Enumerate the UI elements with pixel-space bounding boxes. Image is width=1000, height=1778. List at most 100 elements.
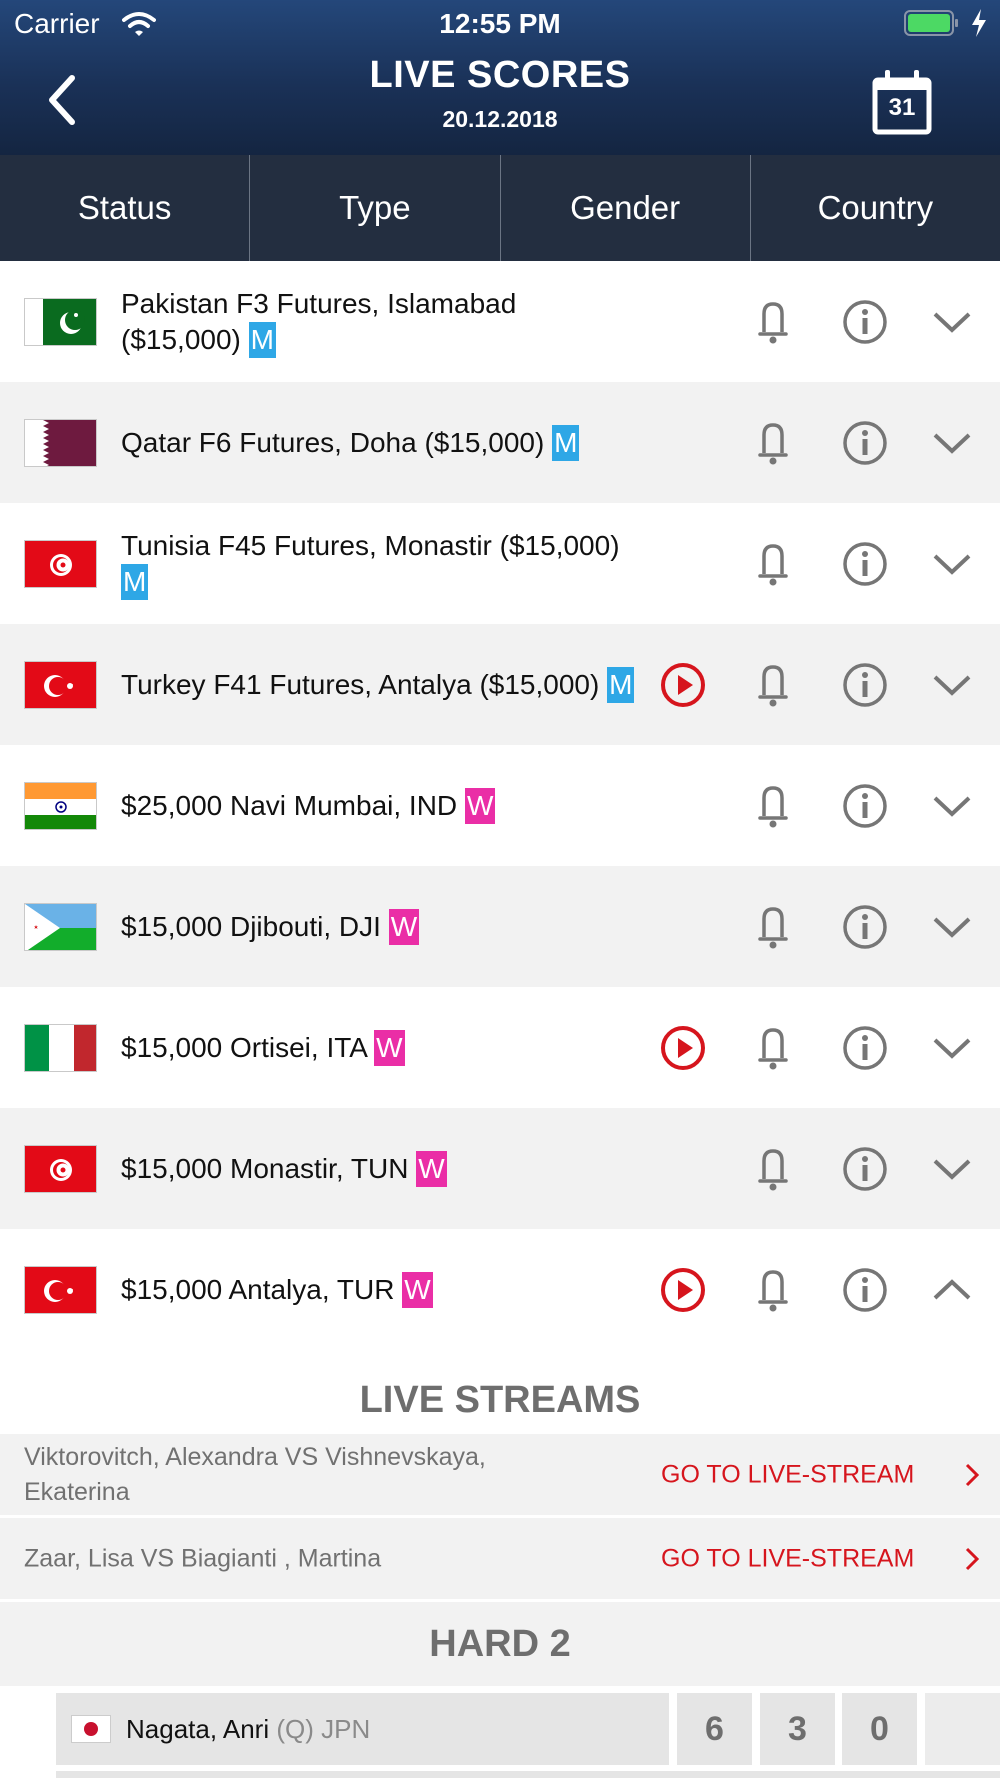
tournament-title: Qatar F6 Futures, Doha ($15,000)	[121, 426, 545, 458]
calendar-button[interactable]: 31	[872, 68, 936, 136]
set-score: 3	[760, 1693, 835, 1765]
court-title: HARD 2	[429, 1623, 571, 1665]
bell-icon[interactable]	[756, 1147, 790, 1191]
tournament-name[interactable]: $25,000 Navi Mumbai, IND W	[121, 787, 641, 824]
filter-type[interactable]: Type	[250, 155, 501, 261]
tournament-row[interactable]: $15,000 Ortisei, ITA W	[0, 987, 1000, 1108]
info-icon[interactable]	[842, 1146, 888, 1192]
live-stream-row[interactable]: Zaar, Lisa VS Biagianti , Martina GO TO …	[0, 1518, 1000, 1599]
tournament-name[interactable]: Pakistan F3 Futures, Islamabad ($15,000)…	[121, 286, 641, 358]
tournament-name[interactable]: Tunisia F45 Futures, Monastir ($15,000) …	[121, 528, 641, 600]
tournament-title: $15,000 Ortisei, ITA	[121, 1031, 367, 1063]
play-live-icon[interactable]	[660, 1267, 706, 1313]
battery-icon	[904, 10, 958, 36]
live-stream-row[interactable]: Viktorovitch, Alexandra VS Vishnevskaya,…	[0, 1434, 1000, 1515]
page-date: 20.12.2018	[442, 106, 558, 132]
tournament-name[interactable]: $15,000 Ortisei, ITA W	[121, 1029, 641, 1066]
bell-icon[interactable]	[756, 1026, 790, 1070]
gender-badge: M	[552, 424, 580, 461]
play-live-icon[interactable]	[660, 1025, 706, 1071]
info-icon[interactable]	[842, 299, 888, 345]
player-cell[interactable]: Nagata, Anri (Q) JPN	[56, 1693, 669, 1765]
bell-icon[interactable]	[756, 784, 790, 828]
info-icon[interactable]	[842, 1267, 888, 1313]
chevron-down-icon[interactable]	[932, 431, 972, 455]
flag-pak-icon	[24, 297, 97, 346]
player-name: Nagata, Anri	[126, 1714, 270, 1744]
tournament-name[interactable]: Qatar F6 Futures, Doha ($15,000) M	[121, 424, 641, 461]
info-icon[interactable]	[842, 904, 888, 950]
live-streams-heading: LIVE STREAMS	[359, 1379, 641, 1421]
tournament-row[interactable]: $25,000 Navi Mumbai, IND W	[0, 745, 1000, 866]
filter-country[interactable]: Country	[751, 155, 1000, 261]
tournament-row[interactable]: Pakistan F3 Futures, Islamabad ($15,000)…	[0, 261, 1000, 382]
gender-badge: W	[402, 1271, 433, 1308]
bell-icon[interactable]	[756, 542, 790, 586]
gender-badge: W	[374, 1029, 405, 1066]
tournament-title: $25,000 Navi Mumbai, IND	[121, 789, 458, 821]
page-title: LIVE SCORES	[369, 54, 631, 96]
set-score: 0	[842, 1693, 917, 1765]
tournament-name[interactable]: $15,000 Antalya, TUR W	[121, 1271, 641, 1308]
bell-icon[interactable]	[756, 300, 790, 344]
player-country: JPN	[321, 1714, 371, 1744]
info-icon[interactable]	[842, 783, 888, 829]
chevron-right-icon	[965, 1463, 980, 1486]
bell-icon[interactable]	[756, 905, 790, 949]
gender-badge: W	[416, 1150, 447, 1187]
tournament-title: $15,000 Djibouti, DJI	[121, 910, 381, 942]
tournament-list: Pakistan F3 Futures, Islamabad ($15,000)…	[0, 261, 1000, 1350]
chevron-down-icon[interactable]	[932, 915, 972, 939]
calendar-day: 31	[888, 94, 916, 121]
bell-icon[interactable]	[756, 1268, 790, 1312]
flag-dji-icon	[24, 902, 97, 951]
bell-icon[interactable]	[756, 663, 790, 707]
app-header: Carrier 12:55 PM LIVE SCORES 20.12.2018 …	[0, 0, 1000, 155]
go-to-live-stream-link[interactable]: GO TO LIVE-STREAM	[661, 1460, 914, 1489]
chevron-up-icon[interactable]	[932, 1278, 972, 1302]
stream-players: Zaar, Lisa VS Biagianti , Martina	[24, 1544, 382, 1572]
info-icon[interactable]	[842, 420, 888, 466]
flag-jpn	[71, 1715, 111, 1743]
status-time: 12:55 PM	[439, 8, 561, 39]
tournament-row[interactable]: $15,000 Djibouti, DJI W	[0, 866, 1000, 987]
info-icon[interactable]	[842, 1025, 888, 1071]
tournament-title: Pakistan F3 Futures, Islamabad ($15,000)	[121, 287, 517, 355]
info-icon[interactable]	[842, 662, 888, 708]
gender-badge: M	[607, 666, 635, 703]
player-name-line: Nagata, Anri (Q) JPN	[126, 1693, 370, 1765]
set-score: 6	[677, 1693, 752, 1765]
tournament-name[interactable]: Turkey F41 Futures, Antalya ($15,000) M	[121, 666, 641, 703]
tournament-row[interactable]: Qatar F6 Futures, Doha ($15,000) M	[0, 382, 1000, 503]
tournament-row[interactable]: $15,000 Monastir, TUN W	[0, 1108, 1000, 1229]
tournament-title: Turkey F41 Futures, Antalya ($15,000)	[121, 668, 600, 700]
chevron-down-icon[interactable]	[932, 1036, 972, 1060]
play-live-icon[interactable]	[660, 662, 706, 708]
chevron-down-icon[interactable]	[932, 552, 972, 576]
chevron-down-icon[interactable]	[932, 1157, 972, 1181]
player-seed: (Q)	[276, 1714, 314, 1744]
info-icon[interactable]	[842, 541, 888, 587]
stream-players: Viktorovitch, Alexandra VS Vishnevskaya,…	[24, 1442, 486, 1506]
gender-badge: W	[464, 787, 496, 824]
flag-tun-icon	[24, 1144, 97, 1193]
tournament-row[interactable]: Tunisia F45 Futures, Monastir ($15,000) …	[0, 503, 1000, 624]
tournament-name[interactable]: $15,000 Monastir, TUN W	[121, 1150, 641, 1187]
chevron-down-icon[interactable]	[932, 794, 972, 818]
chevron-down-icon[interactable]	[932, 310, 972, 334]
filter-gender[interactable]: Gender	[501, 155, 751, 261]
tournament-row[interactable]: $15,000 Antalya, TUR W	[0, 1229, 1000, 1350]
flag-ita-icon	[24, 1023, 97, 1072]
go-to-live-stream-link[interactable]: GO TO LIVE-STREAM	[661, 1544, 914, 1573]
tournament-row[interactable]: Turkey F41 Futures, Antalya ($15,000) M	[0, 624, 1000, 745]
charging-icon	[972, 9, 986, 37]
filter-bar: Status Type Gender Country	[0, 155, 1000, 261]
tournament-title: $15,000 Monastir, TUN	[121, 1152, 409, 1184]
tournament-name[interactable]: $15,000 Djibouti, DJI W	[121, 908, 641, 945]
tournament-title: $15,000 Antalya, TUR	[121, 1273, 395, 1305]
filter-status[interactable]: Status	[0, 155, 251, 261]
flag-ind-icon	[24, 781, 97, 830]
chevron-down-icon[interactable]	[932, 673, 972, 697]
flag-qat-icon	[24, 418, 97, 467]
bell-icon[interactable]	[756, 421, 790, 465]
